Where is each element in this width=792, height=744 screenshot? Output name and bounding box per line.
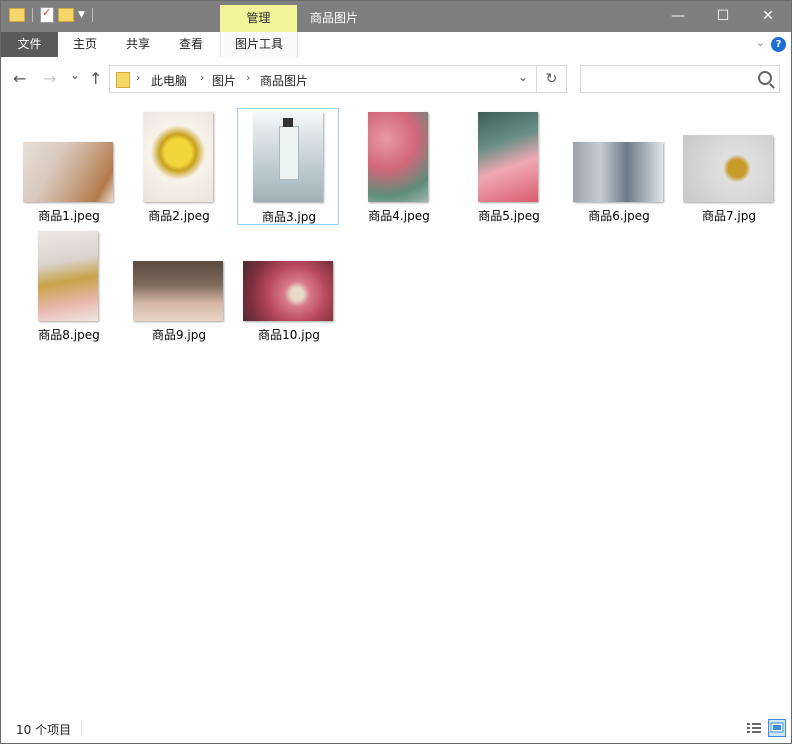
help-icon[interactable]: ?	[771, 37, 786, 52]
folder-icon	[116, 72, 130, 88]
file-name: 商品2.jpeg	[148, 209, 210, 223]
file-item[interactable]: 商品5.jpeg	[458, 109, 560, 225]
customize-toolbar-dropdown-icon[interactable]: ▼	[78, 10, 85, 20]
perfume-bottle-shape	[279, 126, 299, 180]
file-item-selected[interactable]: 商品3.jpg	[237, 108, 339, 225]
file-item[interactable]: 商品4.jpeg	[348, 109, 450, 225]
file-item[interactable]: 商品6.jpeg	[568, 109, 670, 225]
image-thumbnail	[38, 231, 98, 321]
file-item[interactable]: 商品7.jpg	[678, 109, 780, 225]
tab-share[interactable]: 共享	[114, 32, 162, 57]
file-name: 商品4.jpeg	[368, 209, 430, 223]
file-item[interactable]: 商品9.jpg	[128, 228, 230, 344]
close-button[interactable]: ✕	[745, 1, 791, 32]
file-name: 商品1.jpeg	[38, 209, 100, 223]
toolbar-separator	[91, 8, 93, 22]
refresh-button[interactable]: ↻	[537, 65, 567, 93]
file-name: 商品7.jpg	[701, 209, 757, 223]
chevron-right-icon[interactable]: ›	[200, 71, 204, 84]
tab-file[interactable]: 文件	[1, 32, 58, 57]
breadcrumb-product-images[interactable]: 商品图片	[260, 72, 308, 89]
back-button[interactable]: ←	[13, 69, 26, 88]
manage-context-tab[interactable]: 管理	[220, 5, 297, 32]
tab-view[interactable]: 查看	[167, 32, 215, 57]
image-thumbnail	[253, 112, 323, 202]
quick-access-toolbar: ▼	[9, 6, 96, 23]
title-bar: ▼ 管理 商品图片 — ☐ ✕	[1, 1, 791, 32]
search-icon[interactable]	[758, 71, 772, 85]
expand-ribbon-chevron-icon[interactable]: ⌄	[756, 36, 765, 49]
ribbon-tabs: 文件 主页 共享 查看 图片工具 ⌄ ?	[1, 32, 791, 58]
status-bar: 10 个项目	[1, 713, 791, 743]
chevron-right-icon[interactable]: ›	[246, 71, 250, 84]
image-thumbnail	[243, 261, 333, 321]
file-list-view[interactable]: 商品1.jpeg 商品2.jpeg 商品3.jpg 商品4.jpeg 商品5.j…	[1, 101, 791, 713]
tab-home[interactable]: 主页	[61, 32, 109, 57]
window-title: 商品图片	[310, 11, 359, 25]
forward-button[interactable]: →	[43, 69, 56, 88]
file-item[interactable]: 商品8.jpeg	[18, 228, 120, 344]
file-item[interactable]: 商品2.jpeg	[128, 109, 230, 225]
breadcrumb-this-pc[interactable]: 此电脑	[151, 72, 187, 89]
address-dropdown-icon[interactable]: ⌄	[518, 70, 528, 84]
search-box[interactable]	[580, 65, 780, 93]
item-count: 10 个项目	[16, 723, 72, 737]
image-thumbnail	[143, 112, 213, 202]
address-bar[interactable]: › 此电脑 › 图片 › 商品图片 ⌄	[109, 65, 537, 93]
image-thumbnail	[133, 261, 223, 321]
image-thumbnail	[683, 135, 773, 202]
chevron-right-icon[interactable]: ›	[136, 71, 140, 84]
image-thumbnail	[23, 142, 113, 202]
file-name: 商品6.jpeg	[588, 209, 650, 223]
file-name: 商品10.jpg	[258, 328, 320, 342]
tab-picture-tools[interactable]: 图片工具	[220, 32, 298, 57]
image-thumbnail	[478, 112, 538, 202]
file-item[interactable]: 商品1.jpeg	[18, 109, 120, 225]
file-name: 商品3.jpg	[261, 210, 317, 224]
image-thumbnail	[573, 142, 663, 202]
up-button[interactable]: ↑	[89, 69, 102, 88]
details-view-icon[interactable]	[745, 719, 763, 737]
file-name: 商品8.jpeg	[38, 328, 100, 342]
explorer-window: ▼ 管理 商品图片 — ☐ ✕ 文件 主页 共享 查看 图片工具 ⌄ ? ← →…	[0, 0, 792, 744]
maximize-button[interactable]: ☐	[700, 1, 746, 32]
properties-icon[interactable]	[40, 6, 54, 23]
perfume-cap-shape	[283, 118, 293, 127]
toolbar-separator	[32, 8, 33, 22]
image-thumbnail	[368, 112, 428, 202]
file-name: 商品9.jpg	[151, 328, 207, 342]
breadcrumb-pictures[interactable]: 图片	[212, 72, 236, 89]
folder-icon[interactable]	[9, 8, 25, 22]
status-separator	[81, 721, 82, 735]
navigation-bar: ← → ⌄ ↑ › 此电脑 › 图片 › 商品图片 ⌄ ↻	[1, 57, 791, 101]
file-item[interactable]: 商品10.jpg	[238, 228, 340, 344]
recent-locations-dropdown[interactable]: ⌄	[70, 68, 80, 82]
file-name: 商品5.jpeg	[478, 209, 540, 223]
minimize-button[interactable]: —	[655, 1, 701, 32]
new-folder-icon[interactable]	[58, 8, 74, 22]
large-icons-view-icon[interactable]	[768, 719, 786, 737]
